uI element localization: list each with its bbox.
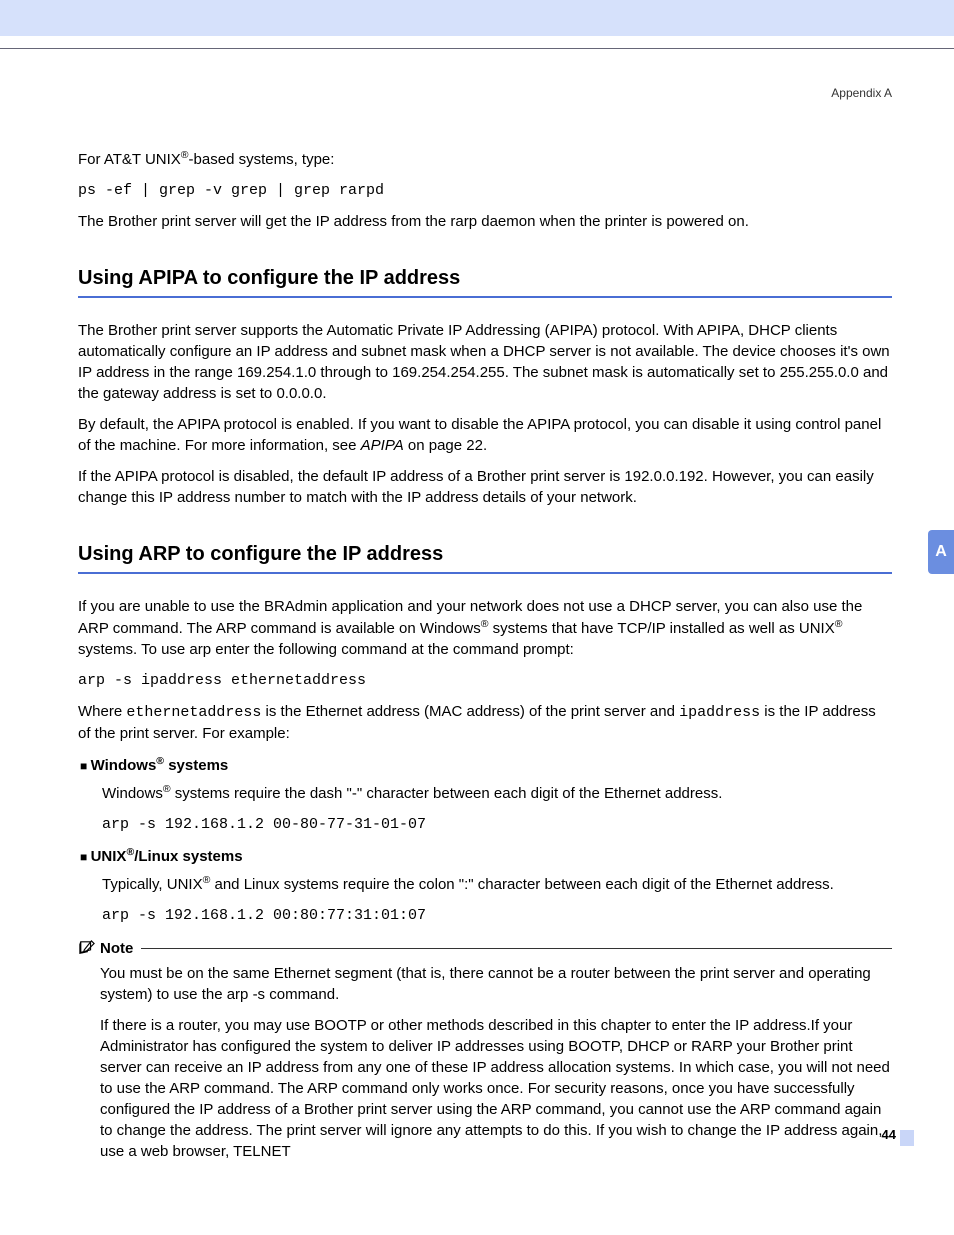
note-icon — [78, 940, 96, 956]
top-bar — [0, 0, 954, 36]
text: For AT&T UNIX — [78, 151, 181, 168]
text: on page 22. — [404, 437, 487, 454]
note-p2: If there is a router, you may use BOOTP … — [100, 1015, 892, 1162]
text: /Linux systems — [134, 848, 242, 865]
apipa-p1: The Brother print server supports the Au… — [78, 320, 892, 404]
command-arp-unix: arp -s 192.168.1.2 00:80:77:31:01:07 — [102, 905, 892, 926]
text: Windows — [102, 785, 163, 802]
registered-symbol: ® — [156, 755, 164, 767]
code-ethernetaddress: ethernetaddress — [126, 704, 261, 721]
heading-underline — [78, 572, 892, 574]
section-heading-arp: Using ARP to configure the IP address — [78, 540, 892, 568]
note-p1: You must be on the same Ethernet segment… — [100, 963, 892, 1005]
intro-line-1: For AT&T UNIX®-based systems, type: — [78, 148, 892, 170]
text: -based systems, type: — [189, 151, 335, 168]
text: is the Ethernet address (MAC address) of… — [261, 703, 679, 720]
text: systems. To use arp enter the following … — [78, 641, 574, 658]
command-arp-syntax: arp -s ipaddress ethernetaddress — [78, 670, 892, 691]
registered-symbol: ® — [163, 783, 171, 795]
bullet-heading-windows: Windows® systems — [80, 754, 892, 776]
note-header: Note — [78, 938, 892, 959]
intro-line-2: The Brother print server will get the IP… — [78, 211, 892, 232]
bullet-body-unix: Typically, UNIX® and Linux systems requi… — [102, 873, 892, 926]
note-line — [141, 948, 892, 949]
text: and Linux systems require the colon ":" … — [210, 876, 834, 893]
section-heading-apipa: Using APIPA to configure the IP address — [78, 264, 892, 292]
bullet-heading-unix: UNIX®/Linux systems — [80, 845, 892, 867]
arp-p2: Where ethernetaddress is the Ethernet ad… — [78, 701, 892, 744]
text: systems require the dash "-" character b… — [171, 785, 723, 802]
registered-symbol: ® — [181, 149, 189, 161]
page-number-bar — [900, 1130, 914, 1146]
page-number: 44 — [882, 1126, 896, 1144]
appendix-side-tab: A — [928, 530, 954, 574]
text: Where — [78, 703, 126, 720]
note-body: You must be on the same Ethernet segment… — [100, 963, 892, 1162]
text: systems that have TCP/IP installed as we… — [488, 620, 834, 637]
text: Typically, UNIX — [102, 876, 203, 893]
command-arp-windows: arp -s 192.168.1.2 00-80-77-31-01-07 — [102, 814, 892, 835]
divider — [0, 48, 954, 49]
bullet-unix: UNIX®/Linux systems Typically, UNIX® and… — [80, 845, 892, 926]
note-label: Note — [100, 938, 133, 959]
code-ipaddress: ipaddress — [679, 704, 760, 721]
cross-reference-apipa[interactable]: APIPA — [361, 437, 404, 454]
text: systems — [164, 757, 228, 774]
apipa-p3: If the APIPA protocol is disabled, the d… — [78, 466, 892, 508]
note-block: Note You must be on the same Ethernet se… — [78, 938, 892, 1162]
appendix-label: Appendix A — [0, 85, 954, 102]
apipa-p2: By default, the APIPA protocol is enable… — [78, 414, 892, 456]
text: UNIX — [91, 848, 127, 865]
unix-desc: Typically, UNIX® and Linux systems requi… — [102, 873, 892, 895]
registered-symbol: ® — [835, 618, 843, 630]
windows-desc: Windows® systems require the dash "-" ch… — [102, 782, 892, 804]
bullet-body-windows: Windows® systems require the dash "-" ch… — [102, 782, 892, 835]
command-ps-ef: ps -ef | grep -v grep | grep rarpd — [78, 180, 892, 201]
heading-underline — [78, 296, 892, 298]
page-content: For AT&T UNIX®-based systems, type: ps -… — [0, 148, 954, 1162]
text: Windows — [91, 757, 157, 774]
bullet-windows: Windows® systems Windows® systems requir… — [80, 754, 892, 835]
arp-p1: If you are unable to use the BRAdmin app… — [78, 596, 892, 660]
